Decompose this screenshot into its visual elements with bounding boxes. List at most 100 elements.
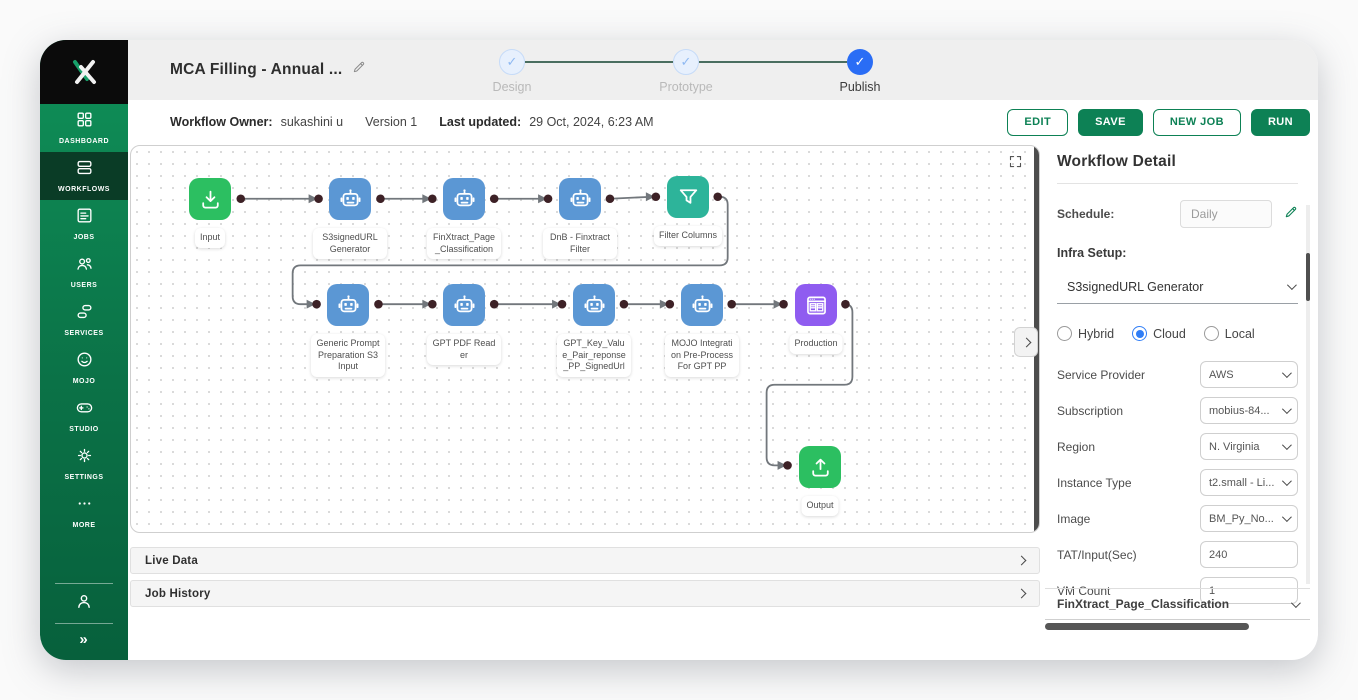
sidebar-collapse-button[interactable]: » [79, 631, 88, 648]
service-provider-select[interactable]: AWS [1200, 361, 1298, 388]
node-gptpdf-label: GPT PDF Reader [427, 334, 501, 366]
sidebar-divider [55, 583, 113, 584]
panel-vertical-scrollbar[interactable] [1306, 253, 1310, 301]
owner-value: sukashini u [280, 115, 344, 129]
profile-button[interactable] [74, 591, 94, 616]
step-design[interactable]: ✓ Design [493, 49, 531, 94]
node-input-tile[interactable] [189, 178, 231, 220]
step-prototype[interactable]: ✓ Prototype [659, 49, 713, 94]
sidebar-item-studio[interactable]: STUDIO [40, 392, 128, 440]
accordion-job-history[interactable]: Job History [130, 580, 1040, 607]
app-logo[interactable] [40, 40, 128, 104]
field-value: 240 [1209, 548, 1228, 561]
header: MCA Filling - Annual ... ✓ Design ✓ Prototy… [128, 40, 1318, 100]
node-finx: FinXtract_Page_Classification [427, 178, 501, 260]
panel-horizontal-scrollbar-track [1045, 623, 1310, 630]
run-button[interactable]: RUN [1250, 108, 1310, 136]
robot-icon [582, 293, 607, 318]
chevron-down-icon [1281, 512, 1292, 523]
sidebar-item-settings[interactable]: SETTINGS [40, 440, 128, 488]
step-publish[interactable]: ✓ Publish [840, 49, 881, 94]
node-output-tile[interactable] [799, 446, 841, 488]
accordion-live-data[interactable]: Live Data [130, 547, 1040, 574]
field-value: t2.small - Li... [1209, 476, 1275, 489]
next-node-section[interactable]: FinXtract_Page_Classification [1045, 588, 1310, 620]
node-section-select[interactable]: S3signedURL Generator [1057, 270, 1298, 304]
panel-title: Workflow Detail [1057, 153, 1176, 170]
robot-icon [568, 187, 593, 212]
robot-icon [452, 293, 477, 318]
radio-local[interactable]: Local [1203, 326, 1255, 341]
field-label: TAT/Input(Sec) [1057, 547, 1137, 562]
sidebar-item-dashboard[interactable]: DASHBOARD [40, 104, 128, 152]
infra-mode-radios: Hybrid Cloud Local [1057, 326, 1298, 341]
node-filter-label: Filter Columns [653, 226, 723, 246]
instance-type-select[interactable]: t2.small - Li... [1200, 469, 1298, 496]
sidebar-item-more[interactable]: MORE [40, 488, 128, 536]
schedule-value-box[interactable]: Daily [1180, 200, 1272, 228]
node-filter: Filter Columns [653, 176, 723, 246]
tat-input-sec--input[interactable]: 240 [1200, 541, 1298, 568]
save-button[interactable]: SAVE [1078, 108, 1143, 136]
image-select[interactable]: BM_Py_No... [1200, 505, 1298, 532]
panel-toggle-button[interactable] [1014, 327, 1038, 357]
node-production-tile[interactable] [795, 284, 837, 326]
node-gptpdf-tile[interactable] [443, 284, 485, 326]
workflow-canvas[interactable]: Input S3signedURL Generator FinXtract_Page… [130, 145, 1040, 533]
title-row: MCA Filling - Annual ... [170, 60, 366, 79]
field-label: Region [1057, 439, 1096, 454]
dashboard-grid-icon [75, 110, 94, 134]
node-filter-tile[interactable] [667, 176, 709, 218]
sidebar-item-users[interactable]: USERS [40, 248, 128, 296]
nodes-layer: Input S3signedURL Generator FinXtract_Page… [131, 146, 1039, 532]
node-generic-tile[interactable] [327, 284, 369, 326]
subscription-select[interactable]: mobius-84... [1200, 397, 1298, 424]
field-value: N. Virginia [1209, 440, 1260, 453]
region-select[interactable]: N. Virginia [1200, 433, 1298, 460]
field-row: Subscription mobius-84... [1057, 397, 1298, 424]
radio-hybrid[interactable]: Hybrid [1057, 326, 1114, 341]
step-label: Publish [839, 80, 881, 94]
studio-gamepad-icon [75, 398, 94, 422]
sidebar-item-services[interactable]: SERVICES [40, 296, 128, 344]
sidebar-item-workflows[interactable]: WORKFLOWS [40, 152, 128, 200]
radio-label: Cloud [1153, 326, 1186, 341]
edit-button[interactable]: EDIT [1007, 108, 1069, 136]
node-output-label: Output [801, 496, 839, 516]
node-s3-tile[interactable] [329, 178, 371, 220]
panel-horizontal-scrollbar[interactable] [1045, 623, 1250, 630]
chevron-down-icon [1286, 280, 1297, 291]
field-row: TAT/Input(Sec) 240 [1057, 541, 1298, 568]
radio-label: Hybrid [1078, 326, 1115, 341]
chevron-down-icon [1290, 597, 1301, 608]
new-job-button[interactable]: NEW JOB [1152, 108, 1241, 136]
services-icon [75, 302, 94, 326]
sidebar-item-mojo[interactable]: MOJO [40, 344, 128, 392]
chevron-down-icon [1281, 404, 1292, 415]
updated-value: 29 Oct, 2024, 6:23 AM [529, 115, 654, 129]
infra-fields: Service Provider AWS Subscription mobius-84… [1057, 361, 1298, 604]
sidebar-item-jobs[interactable]: JOBS [40, 200, 128, 248]
infra-setup-label: Infra Setup: [1057, 246, 1127, 260]
node-finx-tile[interactable] [443, 178, 485, 220]
radio-label: Local [1224, 326, 1255, 341]
production-icon [804, 293, 829, 318]
node-input-label: Input [194, 228, 226, 248]
field-row: Instance Type t2.small - Li... [1057, 469, 1298, 496]
node-dnb-tile[interactable] [559, 178, 601, 220]
field-value: mobius-84... [1209, 404, 1270, 417]
radio-cloud[interactable]: Cloud [1132, 326, 1186, 341]
edit-schedule-pencil-icon[interactable] [1284, 205, 1298, 224]
sidebar-item-label: JOBS [73, 234, 95, 241]
robot-icon [338, 187, 363, 212]
updated-label: Last updated: [439, 115, 522, 129]
workflow-meta: Workflow Owner: sukashini u Version 1 La… [170, 115, 654, 129]
accordion-label: Live Data [145, 554, 198, 567]
accordion-label: Job History [145, 587, 211, 600]
node-gptkey-tile[interactable] [573, 284, 615, 326]
sidebar-bottom: » [40, 576, 128, 660]
sidebar-divider [55, 623, 113, 624]
edit-title-pencil-icon[interactable] [352, 60, 366, 79]
workflow-stepper: ✓ Design ✓ Prototype ✓ Publish [493, 49, 881, 94]
node-mojo-tile[interactable] [681, 284, 723, 326]
